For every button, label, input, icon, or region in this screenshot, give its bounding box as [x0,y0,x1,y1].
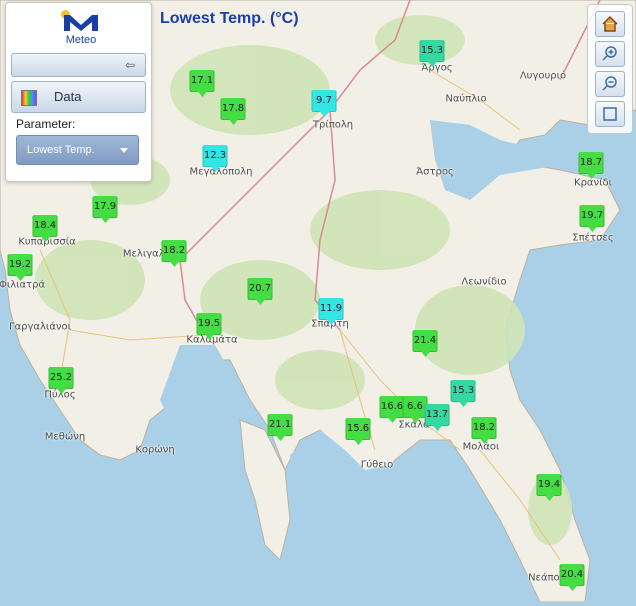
palette-icon [21,90,37,106]
zoom-in-button[interactable] [595,41,625,67]
station-marker[interactable]: 15.6 [345,418,371,445]
station-marker[interactable]: 19.5 [196,313,222,340]
station-marker[interactable]: 18.4 [32,215,58,242]
station-marker[interactable]: 18.7 [578,152,604,179]
station-marker[interactable]: 9.7 [311,90,337,117]
station-marker[interactable]: 15.3 [450,380,476,407]
map-tools [587,4,633,134]
data-button-label: Data [54,89,82,104]
logo-m-icon [64,15,98,31]
station-marker[interactable]: 11.9 [318,298,344,325]
back-arrow-icon: ⇦ [124,58,135,72]
place-label: Τρίπολη [312,119,354,131]
station-marker[interactable]: 13.7 [424,404,450,431]
place-label: Φιλιατρά [0,279,46,291]
place-label: Σπέτσες [572,232,614,244]
logo-text: Meteo [65,34,97,46]
station-marker[interactable]: 12.3 [202,145,228,172]
parameter-select-value: Lowest Temp. [27,144,95,156]
back-button[interactable]: ⇦ [11,53,146,77]
parameter-label: Parameter: [16,117,76,131]
place-label: Γύθειο [360,459,394,471]
control-panel: Meteo ⇦ Data Parameter: Lowest Temp. [5,2,152,182]
zoom-in-icon [602,46,617,61]
zoom-out-icon [602,76,617,91]
station-marker[interactable]: 17.9 [92,196,118,223]
home-icon [602,15,618,32]
station-marker[interactable]: 17.8 [220,98,246,125]
station-marker[interactable]: 19.2 [7,254,33,281]
station-marker[interactable]: 21.4 [412,330,438,357]
place-label: Λυγουριό [519,70,567,82]
station-marker[interactable]: 16.6 [379,396,405,423]
station-marker[interactable]: 20.4 [559,564,585,591]
place-label: Κορώνη [135,444,175,456]
place-label: Γαργαλιάνοι [8,321,72,333]
data-button[interactable]: Data [11,81,146,113]
station-marker[interactable]: 15.3 [419,40,445,67]
station-marker[interactable]: 18.2 [471,417,497,444]
place-label: Λεωνίδιο [461,276,507,288]
place-label: Άστρος [416,166,454,178]
home-button[interactable] [595,11,625,37]
map-title: Lowest Temp. (°C) [160,10,299,27]
station-marker[interactable]: 19.4 [536,474,562,501]
station-marker[interactable]: 21.1 [267,414,293,441]
place-label: Μεγαλόπολη [189,166,253,178]
chevron-down-icon [120,148,128,153]
station-marker[interactable]: 18.2 [161,240,187,267]
zoom-out-button[interactable] [595,71,625,97]
station-marker[interactable]: 17.1 [189,70,215,97]
meteo-logo[interactable]: Meteo [56,9,106,49]
station-marker[interactable]: 20.7 [247,278,273,305]
place-label: Μεθώνη [44,431,86,443]
place-label: Κρανίδι [574,177,612,189]
place-label: Ναύπλιο [445,93,487,105]
parameter-select[interactable]: Lowest Temp. [16,135,139,165]
station-marker[interactable]: 19.7 [579,205,605,232]
full-extent-button[interactable] [595,101,625,127]
full-extent-icon [603,107,617,121]
station-marker[interactable]: 25.2 [48,367,74,394]
